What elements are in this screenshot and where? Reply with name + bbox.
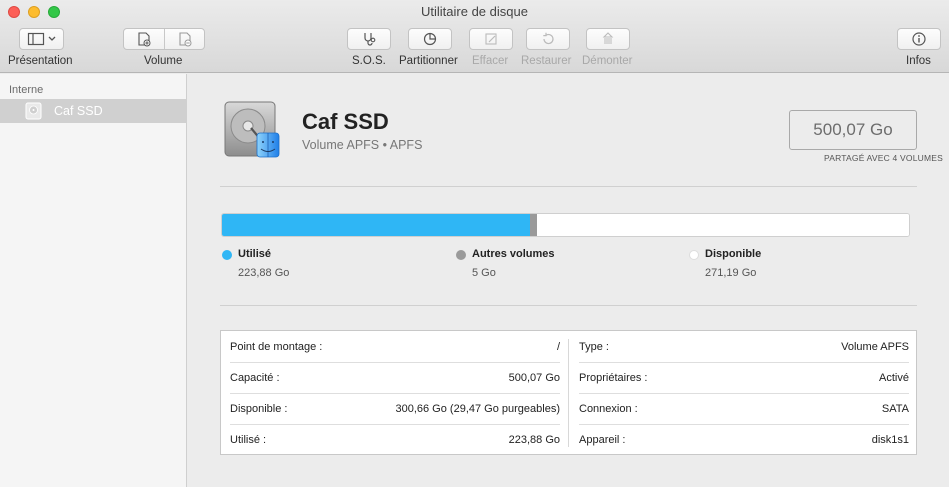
main-panel: Caf SSD Volume APFS • APFS 500,07 Go PAR… — [188, 74, 949, 487]
legend-used-value: 223,88 Go — [238, 267, 290, 279]
used-dot — [222, 250, 232, 260]
usage-segment-1 — [530, 214, 537, 236]
sidebar-section-internal: Interne — [9, 84, 44, 96]
legend-used-label: Utilisé — [238, 248, 272, 260]
partition-pie-icon — [423, 32, 437, 46]
divider — [220, 305, 917, 306]
erase-button[interactable] — [469, 28, 513, 50]
volume-segmented-control — [123, 28, 205, 50]
info-column-left: Point de montage : / Capacité : 500,07 G… — [221, 331, 569, 454]
info-row: Point de montage : / — [221, 331, 569, 362]
info-key: Type : — [579, 341, 609, 353]
info-row: Propriétaires : Activé — [570, 362, 918, 393]
legend-other-volumes-label: Autres volumes — [472, 248, 555, 260]
volume-name: Caf SSD — [302, 109, 389, 134]
info-key: Connexion : — [579, 403, 638, 415]
volume-subtitle: Volume APFS • APFS — [302, 138, 423, 152]
info-row: Type : Volume APFS — [570, 331, 918, 362]
unmount-button[interactable] — [586, 28, 630, 50]
info-key: Utilisé : — [230, 434, 267, 446]
info-value: Activé — [879, 372, 909, 384]
partition-button[interactable] — [408, 28, 452, 50]
first-aid-button[interactable] — [347, 28, 391, 50]
info-key: Capacité : — [230, 372, 280, 384]
hard-disk-icon — [224, 101, 280, 158]
stethoscope-icon — [364, 33, 376, 46]
volume-capacity: 500,07 Go — [813, 120, 893, 139]
volume-label: Volume — [144, 55, 183, 67]
usage-segment-0 — [222, 214, 530, 236]
info-value: SATA — [881, 403, 909, 415]
info-column-right: Type : Volume APFS Propriétaires : Activ… — [570, 331, 918, 454]
internal-disk-icon — [25, 102, 42, 120]
info-button[interactable] — [897, 28, 941, 50]
usage-segment-2 — [537, 214, 909, 236]
partition-label: Partitionner — [399, 55, 458, 67]
legend-other-volumes-value: 5 Go — [472, 267, 496, 279]
available-dot — [689, 250, 699, 260]
info-icon — [912, 32, 926, 46]
info-key: Disponible : — [230, 403, 288, 415]
remove-volume-icon[interactable] — [177, 32, 193, 47]
info-key: Appareil : — [579, 434, 626, 446]
volume-capacity-box: 500,07 Go — [789, 110, 917, 150]
window-title: Utilitaire de disque — [421, 4, 528, 19]
presentation-button[interactable] — [19, 28, 64, 50]
other-volumes-dot — [456, 250, 466, 260]
info-key: Point de montage : — [230, 341, 323, 353]
unmount-label: Démonter — [582, 55, 633, 67]
legend-available-label: Disponible — [705, 248, 762, 260]
info-row: Connexion : SATA — [570, 393, 918, 424]
info-value: disk1s1 — [871, 434, 909, 446]
info-row: Disponible : 300,66 Go (29,47 Go purgeab… — [221, 393, 569, 424]
sidebar: Interne Caf SSD — [0, 74, 187, 487]
sidebar-icon — [27, 32, 55, 46]
info-value: 300,66 Go (29,47 Go purgeables) — [395, 403, 560, 415]
presentation-label: Présentation — [8, 55, 73, 67]
add-volume-icon[interactable] — [136, 32, 152, 47]
info-row: Utilisé : 223,88 Go — [221, 424, 569, 455]
info-key: Propriétaires : — [579, 372, 648, 384]
info-row: Appareil : disk1s1 — [570, 424, 918, 455]
divider — [220, 186, 917, 187]
legend-available-value: 271,19 Go — [705, 267, 757, 279]
erase-label: Effacer — [472, 55, 509, 67]
eject-icon — [602, 32, 614, 44]
info-value: 223,88 Go — [508, 434, 560, 446]
usage-bar — [221, 213, 910, 237]
volume-info-table: Point de montage : / Capacité : 500,07 G… — [220, 330, 917, 455]
toolbar: Utilitaire de disque Présentation Volume — [0, 0, 949, 73]
restore-icon — [543, 32, 554, 45]
first-aid-label: S.O.S. — [352, 55, 386, 67]
erase-icon — [485, 33, 497, 45]
info-value: 500,07 Go — [508, 372, 560, 384]
info-row: Capacité : 500,07 Go — [221, 362, 569, 393]
restore-label: Restaurer — [521, 55, 572, 67]
info-value: Volume APFS — [841, 341, 909, 353]
shared-volumes-note: PARTAGÉ AVEC 4 VOLUMES — [823, 153, 943, 163]
info-label: Infos — [906, 55, 931, 67]
info-value: / — [556, 341, 560, 353]
restore-button[interactable] — [526, 28, 570, 50]
sidebar-item-label: Caf SSD — [54, 104, 103, 118]
sidebar-item-caf-ssd[interactable]: Caf SSD — [0, 99, 187, 123]
